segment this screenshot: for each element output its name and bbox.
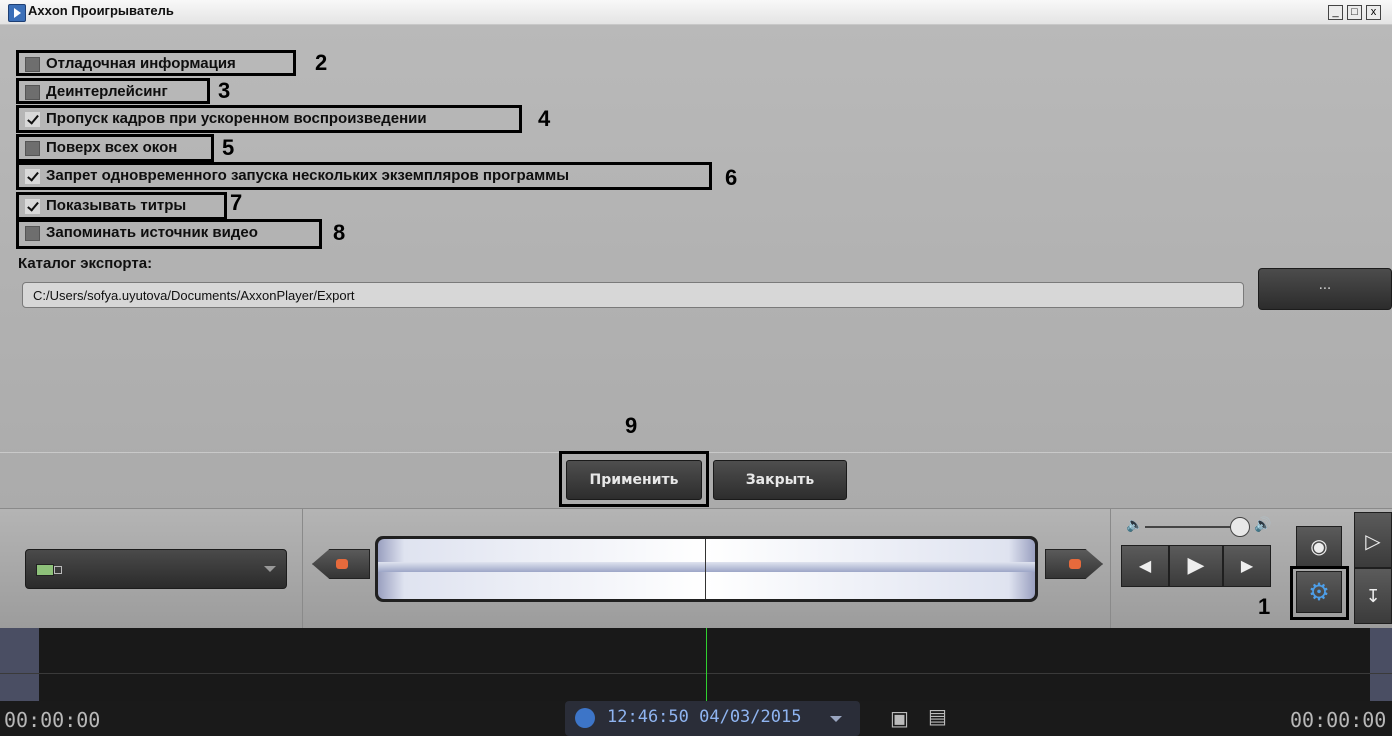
maximize-button[interactable]: □ — [1347, 5, 1362, 20]
callout-number: 9 — [625, 413, 638, 438]
volume-slider[interactable] — [1145, 526, 1240, 528]
window-title: Axxon Проигрыватель — [28, 3, 174, 18]
export-path-field[interactable]: C:/Users/sofya.uyutova/Documents/AxxonPl… — [22, 282, 1244, 308]
close-window-button[interactable]: x — [1366, 5, 1381, 20]
option-label: Поверх всех окон — [46, 139, 178, 156]
option-deinterlacing[interactable]: Деинтерлейсинг — [16, 78, 210, 104]
option-frame-skip[interactable]: Пропуск кадров при ускоренном воспроизве… — [16, 105, 522, 133]
callout-number: 2 — [315, 50, 328, 75]
timeline[interactable] — [0, 628, 1392, 701]
timeline-row-divider — [0, 673, 1392, 674]
callout-number: 8 — [333, 220, 346, 245]
app-icon — [8, 4, 26, 22]
playback-mode-button[interactable]: ▷ — [1354, 512, 1392, 568]
option-label: Деинтерлейсинг — [46, 83, 168, 100]
option-label: Запрет одновременного запуска нескольких… — [46, 167, 570, 184]
minimize-button[interactable]: _ — [1328, 5, 1343, 20]
timeline-end-marker — [1370, 628, 1392, 701]
snapshot-icon[interactable]: ▣ — [890, 708, 909, 728]
option-label: Отладочная информация — [46, 55, 236, 72]
option-always-on-top[interactable]: Поверх всех окон — [16, 134, 214, 162]
debug-info-checkbox[interactable] — [25, 57, 40, 72]
apply-button[interactable]: Применить — [566, 460, 702, 500]
mute-icon[interactable]: 🔈 — [1126, 518, 1143, 532]
option-label: Показывать титры — [46, 197, 187, 214]
close-button[interactable]: Закрыть — [713, 460, 847, 500]
volume-thumb[interactable] — [1230, 517, 1250, 537]
always-on-top-checkbox[interactable] — [25, 141, 40, 156]
chevron-down-icon — [830, 716, 842, 722]
option-single-instance[interactable]: Запрет одновременного запуска нескольких… — [16, 162, 712, 190]
settings-gear-icon[interactable]: ⚙ — [1296, 571, 1342, 613]
camera-icon — [36, 564, 62, 576]
camera-select[interactable] — [25, 549, 287, 589]
volume-icon: 🔊 — [1254, 517, 1272, 533]
start-timecode: 00:00:00 — [4, 708, 101, 732]
chevron-down-icon — [264, 566, 276, 572]
timeline-position-needle[interactable] — [706, 628, 707, 701]
divider — [1110, 509, 1111, 628]
marker-icon — [1069, 559, 1081, 569]
export-folder-label: Каталог экспорта: — [18, 255, 153, 272]
next-frame-button[interactable]: ▶ — [1223, 545, 1271, 587]
browse-button[interactable]: ... — [1258, 268, 1392, 310]
deinterlacing-checkbox[interactable] — [25, 85, 40, 100]
divider — [302, 509, 303, 628]
show-captions-checkbox[interactable] — [25, 199, 40, 214]
callout-number: 3 — [218, 78, 231, 103]
callout-number: 6 — [725, 165, 738, 190]
previous-frame-button[interactable]: ◀ — [1121, 545, 1169, 587]
play-button[interactable]: ▶ — [1169, 545, 1223, 587]
option-label: Запоминать источник видео — [46, 224, 258, 241]
option-debug-info[interactable]: Отладочная информация — [16, 50, 296, 76]
clock-icon — [575, 708, 595, 728]
fragment-track[interactable] — [375, 536, 1038, 602]
track-band — [378, 562, 1035, 572]
export-frame-button[interactable]: ↧ — [1354, 568, 1392, 624]
option-show-captions[interactable]: Показывать титры — [16, 192, 227, 220]
frame-skip-checkbox[interactable] — [25, 112, 40, 127]
date-time-picker[interactable]: 12:46:50 04/03/2015 — [565, 701, 860, 736]
callout-number: 1 — [1258, 594, 1271, 619]
end-timecode: 00:00:00 — [1290, 708, 1387, 732]
callout-number: 5 — [222, 135, 235, 160]
option-label: Пропуск кадров при ускоренном воспроизве… — [46, 110, 427, 127]
print-icon[interactable]: ▤ — [928, 706, 947, 726]
timeline-start-marker — [0, 628, 39, 701]
view-mode-button[interactable]: ◉ — [1296, 526, 1342, 568]
title-bar: Axxon Проигрыватель _ □ x — [0, 0, 1392, 25]
callout-number: 4 — [538, 106, 551, 131]
current-datetime: 12:46:50 04/03/2015 — [607, 707, 802, 727]
marker-icon — [336, 559, 348, 569]
option-remember-source[interactable]: Запоминать источник видео — [16, 219, 322, 249]
callout-number: 7 — [230, 190, 243, 215]
single-instance-checkbox[interactable] — [25, 169, 40, 184]
remember-source-checkbox[interactable] — [25, 226, 40, 241]
track-cursor[interactable] — [705, 539, 706, 599]
